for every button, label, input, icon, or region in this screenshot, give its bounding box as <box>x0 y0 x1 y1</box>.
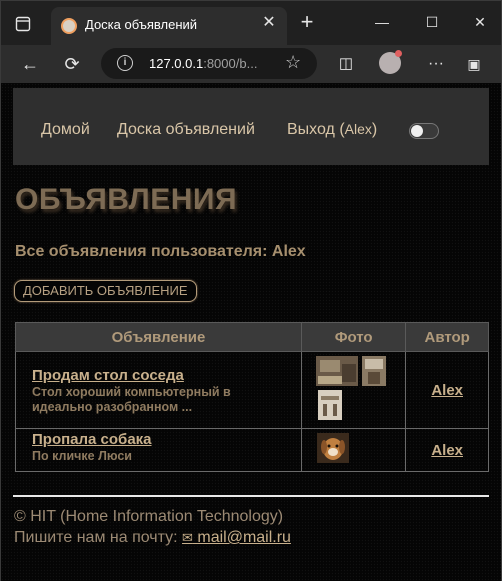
tab-actions-button[interactable] <box>9 11 37 37</box>
browser-window: Доска объявлений ✕ + — ☐ ✕ ← ⟳ i 127.0.0… <box>0 0 502 581</box>
reload-icon[interactable]: ⟳ <box>57 50 87 78</box>
ads-table: Объявление Фото Автор Продам стол соседа… <box>15 322 489 472</box>
site-navbar: Домой Доска объявлений Выход (Alex) <box>13 88 489 165</box>
site-favicon-icon <box>61 18 77 34</box>
footer-divider <box>13 495 489 497</box>
back-icon[interactable]: ← <box>15 50 45 78</box>
site-info-icon[interactable]: i <box>117 55 133 71</box>
page-viewport: Домой Доска объявлений Выход (Alex) ОБЪЯ… <box>1 83 501 581</box>
sidebar-toggle-icon[interactable]: ▣ <box>459 50 489 78</box>
footer-mail-link[interactable]: ✉ mail@mail.ru <box>182 529 291 546</box>
ad-title-link[interactable]: Продам стол соседа <box>32 367 289 384</box>
maximize-icon[interactable]: ☐ <box>417 9 447 35</box>
add-ad-button[interactable]: ДОБАВИТЬ ОБЪЯВЛЕНИЕ <box>14 280 197 302</box>
ad-description: По кличке Люси <box>32 449 132 463</box>
nav-home-link[interactable]: Домой <box>41 121 90 139</box>
author-cell: Alex <box>405 428 489 472</box>
address-bar[interactable]: i 127.0.0.1:8000/b... ☆ <box>101 48 317 79</box>
new-tab-icon[interactable]: + <box>295 11 319 35</box>
close-window-icon[interactable]: ✕ <box>465 9 495 35</box>
header-ad: Объявление <box>15 322 302 352</box>
favorite-star-icon[interactable]: ☆ <box>285 52 301 73</box>
theme-toggle[interactable] <box>409 123 439 139</box>
profile-notification-dot <box>395 50 402 57</box>
photo-cell <box>300 428 407 472</box>
split-screen-icon[interactable]: ◫ <box>331 50 361 78</box>
ad-photo-thumbnail[interactable] <box>361 356 386 386</box>
ad-description: Стол хороший компьютерный в идеально раз… <box>32 385 231 414</box>
user-ads-subtitle: Все объявления пользователя: Alex <box>15 243 306 260</box>
author-link[interactable]: Alex <box>406 382 488 399</box>
header-photo: Фото <box>300 322 407 352</box>
close-tab-icon[interactable]: ✕ <box>259 13 279 33</box>
tab-bar: Доска объявлений ✕ + — ☐ ✕ <box>1 1 501 45</box>
browser-toolbar: ← ⟳ i 127.0.0.1:8000/b... ☆ ◫ ··· ▣ <box>1 45 501 83</box>
header-author: Автор <box>405 322 489 352</box>
mail-icon: ✉ <box>182 530 193 545</box>
ad-title-link[interactable]: Пропала собака <box>32 431 289 448</box>
table-row: Пропала собака По кличке Люси Alex <box>15 428 489 472</box>
ad-cell: Продам стол соседа Стол хороший компьюте… <box>15 351 302 429</box>
ad-photo-thumbnail[interactable] <box>315 356 358 386</box>
minimize-icon[interactable]: — <box>367 9 397 35</box>
page-title: ОБЪЯВЛЕНИЯ <box>15 183 238 216</box>
ad-photo-thumbnail[interactable] <box>317 390 342 420</box>
nav-board-link[interactable]: Доска объявлений <box>117 121 255 139</box>
theme-toggle-knob <box>411 125 423 137</box>
footer-contact: Пишите нам на почту: ✉ mail@mail.ru <box>14 529 291 546</box>
browser-tab[interactable]: Доска объявлений ✕ <box>51 7 287 45</box>
table-header-row: Объявление Фото Автор <box>15 322 489 352</box>
photo-cell <box>300 351 407 429</box>
footer-copyright: © HIT (Home Information Technology) <box>14 508 284 525</box>
ad-photo-thumbnail[interactable] <box>316 433 349 463</box>
table-row: Продам стол соседа Стол хороший компьюте… <box>15 351 489 429</box>
author-link[interactable]: Alex <box>406 442 488 459</box>
author-cell: Alex <box>405 351 489 429</box>
nav-logout-link[interactable]: Выход (Alex) <box>287 121 377 139</box>
url-text[interactable]: 127.0.0.1:8000/b... <box>149 56 257 71</box>
more-menu-icon[interactable]: ··· <box>421 50 451 78</box>
tab-actions-icon <box>15 16 31 32</box>
tab-title: Доска объявлений <box>85 17 198 32</box>
ad-cell: Пропала собака По кличке Люси <box>15 428 302 472</box>
